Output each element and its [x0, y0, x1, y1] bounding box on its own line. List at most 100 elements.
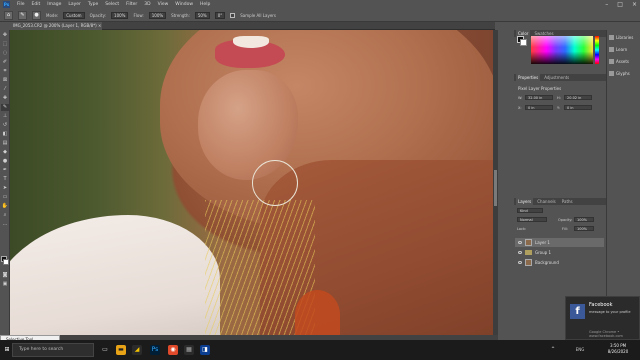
app-icon-a[interactable]: ◢: [132, 345, 142, 355]
h-field[interactable]: 20.02 in: [564, 95, 592, 100]
eraser-tool-icon[interactable]: ◧: [1, 131, 9, 138]
background-color-swatch[interactable]: [3, 259, 9, 265]
path-select-tool-icon[interactable]: ➤: [1, 185, 9, 192]
type-tool-icon[interactable]: T: [1, 176, 9, 183]
photoshop-logo[interactable]: Ps: [3, 1, 10, 8]
angle-field[interactable]: 0°: [214, 11, 226, 19]
image-canvas[interactable]: [10, 30, 493, 340]
canvas-vertical-scrollbar[interactable]: [493, 30, 498, 340]
facebook-notification[interactable]: f Facebook message to your profile Googl…: [565, 296, 640, 340]
menu-help[interactable]: Help: [200, 2, 210, 7]
quick-mask-icon[interactable]: ◙: [1, 272, 9, 279]
healing-brush-tool-icon[interactable]: ✚: [1, 95, 9, 102]
hue-slider[interactable]: [595, 36, 599, 64]
minimize-button[interactable]: –: [605, 1, 608, 8]
menu-window[interactable]: Window: [175, 2, 193, 7]
app-icon-c[interactable]: ◨: [200, 345, 210, 355]
visibility-eye-icon[interactable]: [518, 261, 522, 264]
app-icon-b[interactable]: ▦: [184, 345, 194, 355]
h-label: H:: [557, 96, 561, 100]
blend-mode-select[interactable]: Normal: [517, 217, 547, 222]
dock-libraries[interactable]: Libraries: [609, 32, 639, 42]
menu-layer[interactable]: Layer: [68, 2, 81, 7]
menu-view[interactable]: View: [158, 2, 169, 7]
flow-field[interactable]: 100%: [148, 11, 167, 19]
y-field[interactable]: 0 in: [564, 105, 592, 110]
layer-opacity-field[interactable]: 100%: [574, 217, 594, 222]
marquee-tool-icon[interactable]: ⬚: [1, 41, 9, 48]
file-explorer-icon[interactable]: ▬: [116, 345, 126, 355]
screen-mode-icon[interactable]: ▣: [1, 281, 9, 288]
properties-title: Pixel Layer Properties: [518, 86, 562, 91]
opacity-field[interactable]: 100%: [111, 11, 129, 19]
layer-name: Group 1: [535, 250, 551, 255]
scrollbar-thumb[interactable]: [494, 170, 497, 206]
mode-select[interactable]: Custom: [63, 11, 85, 19]
layer-row[interactable]: Group 1: [515, 248, 604, 257]
dock-learn[interactable]: Learn: [609, 44, 639, 54]
lasso-tool-icon[interactable]: ◌: [1, 50, 9, 57]
menu-edit[interactable]: Edit: [32, 2, 41, 7]
document-tab[interactable]: IMG_2053.CR2 @ 200% (Layer 1, RGB/8*) ×: [10, 22, 102, 30]
zoom-tool-icon[interactable]: ⌕: [1, 212, 9, 219]
teeth-region: [233, 36, 269, 48]
tools-panel: ✥ ⬚ ◌ ✐ ⌗ ⊠ ⁄ ✚ ✎ ⊥ ↺ ◧ ▤ ◆ ● ✒ T ➤ ▭ ✋ …: [0, 30, 10, 340]
x-field[interactable]: 0 in: [525, 105, 553, 110]
strength-field[interactable]: 50%: [194, 11, 210, 19]
w-label: W:: [518, 96, 523, 100]
chrome-taskbar-icon[interactable]: ◉: [168, 345, 178, 355]
home-icon[interactable]: ⌂: [4, 10, 13, 20]
fill-field[interactable]: 100%: [574, 226, 594, 231]
task-view-icon[interactable]: ▭: [100, 345, 110, 355]
dock-assets[interactable]: Assets: [609, 56, 639, 66]
libraries-icon: [609, 34, 614, 40]
menu-filter[interactable]: Filter: [126, 2, 137, 7]
layer-kind-filter[interactable]: Kind: [517, 208, 543, 213]
sample-all-checkbox[interactable]: [230, 12, 236, 18]
menu-select[interactable]: Select: [105, 2, 119, 7]
brush-tool-icon[interactable]: ✎: [1, 104, 9, 111]
gradient-tool-icon[interactable]: ▤: [1, 140, 9, 147]
brush-preset-icon[interactable]: ●: [32, 10, 41, 20]
tab-properties[interactable]: Properties: [516, 74, 541, 81]
frame-tool-icon[interactable]: ⊠: [1, 77, 9, 84]
visibility-eye-icon[interactable]: [518, 251, 522, 254]
tool-preset-icon[interactable]: ✎: [18, 10, 27, 20]
blur-tool-icon[interactable]: ◆: [1, 149, 9, 156]
layer-row[interactable]: Layer 1: [515, 238, 604, 247]
menu-type[interactable]: Type: [88, 2, 98, 7]
eyedropper-tool-icon[interactable]: ⁄: [1, 86, 9, 93]
x-label: X:: [518, 106, 522, 110]
clone-stamp-tool-icon[interactable]: ⊥: [1, 113, 9, 120]
menu-file[interactable]: File: [17, 2, 25, 7]
pen-tool-icon[interactable]: ✒: [1, 167, 9, 174]
tab-layers[interactable]: Layers: [516, 198, 534, 205]
tab-adjustments[interactable]: Adjustments: [542, 74, 571, 81]
language-indicator[interactable]: ENG: [575, 345, 585, 355]
windows-start-icon[interactable]: ⊞: [2, 345, 12, 355]
tab-channels[interactable]: Channels: [535, 198, 558, 205]
close-button[interactable]: ×: [632, 1, 637, 8]
close-tab-icon[interactable]: ×: [98, 23, 101, 28]
crop-tool-icon[interactable]: ⌗: [1, 68, 9, 75]
dock-glyphs[interactable]: Glyphs: [609, 68, 639, 78]
dodge-tool-icon[interactable]: ●: [1, 158, 9, 165]
move-tool-icon[interactable]: ✥: [1, 32, 9, 39]
quick-select-tool-icon[interactable]: ✐: [1, 59, 9, 66]
color-swatches[interactable]: [517, 36, 527, 46]
shape-tool-icon[interactable]: ▭: [1, 194, 9, 201]
tab-paths[interactable]: Paths: [560, 198, 575, 205]
maximize-button[interactable]: □: [617, 1, 623, 8]
layer-row[interactable]: Background: [515, 258, 604, 267]
menu-3d[interactable]: 3D: [144, 2, 150, 7]
taskbar-clock[interactable]: 3:50 PM 8/26/2020: [598, 343, 638, 355]
tray-icon-group[interactable]: ⌃: [548, 345, 558, 355]
history-brush-tool-icon[interactable]: ↺: [1, 122, 9, 129]
photoshop-taskbar-icon[interactable]: Ps: [150, 345, 160, 355]
w-field[interactable]: 32.00 in: [525, 95, 553, 100]
visibility-eye-icon[interactable]: [518, 241, 522, 244]
taskbar-search-input[interactable]: Type here to search: [12, 343, 94, 357]
menu-image[interactable]: Image: [47, 2, 61, 7]
hand-tool-icon[interactable]: ✋: [1, 203, 9, 210]
more-tools-icon[interactable]: …: [1, 221, 9, 228]
